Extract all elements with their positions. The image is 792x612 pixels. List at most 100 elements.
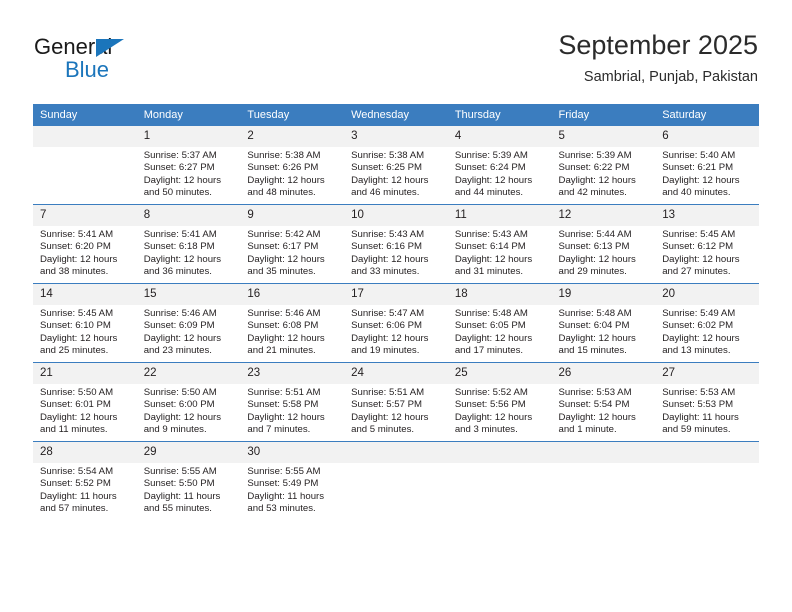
day-details: Sunrise: 5:39 AM Sunset: 6:22 PM Daylight:… — [552, 147, 656, 200]
sunset-time: Sunset: 6:10 PM — [40, 320, 111, 332]
day-number: 15 — [136, 284, 241, 305]
day-number: 19 — [551, 284, 656, 305]
day-number: 16 — [240, 284, 345, 305]
calendar-day-cell[interactable]: 17 Sunrise: 5:47 AM Sunset: 6:06 PM Dayligh… — [344, 283, 448, 363]
daylight-duration-line1: Daylight: 12 hours — [247, 174, 325, 186]
daylight-duration-line2: and 27 minutes. — [662, 266, 731, 278]
sunrise-time: Sunrise: 5:38 AM — [351, 150, 425, 161]
calendar-day-cell[interactable]: 30 Sunrise: 5:55 AM Sunset: 5:49 PM Dayligh… — [240, 441, 345, 520]
day-number: 21 — [33, 363, 137, 384]
general-blue-logo[interactable]: General Blue — [34, 34, 194, 86]
calendar-day-cell[interactable]: 7 Sunrise: 5:41 AM Sunset: 6:20 PM Daylight… — [33, 204, 137, 284]
calendar-day-cell[interactable]: 10 Sunrise: 5:43 AM Sunset: 6:16 PM Dayligh… — [344, 204, 448, 284]
daylight-duration-line1: Daylight: 12 hours — [558, 174, 636, 186]
calendar-day-cell[interactable]: 16 Sunrise: 5:46 AM Sunset: 6:08 PM Dayligh… — [240, 283, 345, 363]
calendar-day-cell[interactable]: 29 Sunrise: 5:55 AM Sunset: 5:50 PM Dayligh… — [136, 441, 241, 520]
daylight-duration-line2: and 35 minutes. — [247, 266, 316, 278]
day-number — [344, 442, 448, 463]
daylight-duration-line2: and 25 minutes. — [40, 345, 109, 357]
sunset-time: Sunset: 5:58 PM — [247, 399, 319, 411]
calendar-week-row: 1 Sunrise: 5:37 AM Sunset: 6:27 PM Daylight… — [33, 126, 759, 205]
location-subtitle: Sambrial, Punjab, Pakistan — [583, 69, 758, 85]
sunset-time: Sunset: 6:16 PM — [351, 241, 423, 253]
day-number: 1 — [136, 126, 241, 147]
day-number: 3 — [344, 126, 448, 147]
sunrise-time: Sunrise: 5:53 AM — [662, 387, 736, 398]
sunset-time: Sunset: 6:00 PM — [143, 399, 215, 411]
day-number: 5 — [551, 126, 656, 147]
day-details: Sunrise: 5:50 AM Sunset: 6:01 PM Daylight:… — [33, 384, 137, 437]
calendar-day-cell[interactable]: 9 Sunrise: 5:42 AM Sunset: 6:17 PM Daylight… — [240, 204, 345, 284]
day-number: 20 — [655, 284, 759, 305]
daylight-duration-line1: Daylight: 12 hours — [40, 332, 118, 344]
daylight-duration-line1: Daylight: 12 hours — [662, 174, 740, 186]
page-header: General Blue September 2025 Sambrial, Pu… — [0, 0, 792, 100]
day-details: Sunrise: 5:55 AM Sunset: 5:49 PM Daylight:… — [240, 463, 344, 516]
daylight-duration-line2: and 50 minutes. — [143, 187, 212, 199]
calendar-day-cell[interactable]: 1 Sunrise: 5:37 AM Sunset: 6:27 PM Daylight… — [136, 126, 241, 205]
calendar-day-cell[interactable]: 20 Sunrise: 5:49 AM Sunset: 6:02 PM Dayligh… — [655, 283, 759, 363]
daylight-duration-line2: and 9 minutes. — [143, 424, 207, 436]
daylight-duration-line1: Daylight: 12 hours — [454, 332, 533, 344]
calendar-day-cell[interactable]: 19 Sunrise: 5:48 AM Sunset: 6:04 PM Dayligh… — [551, 283, 656, 363]
calendar-day-cell[interactable]: 12 Sunrise: 5:44 AM Sunset: 6:13 PM Dayligh… — [551, 204, 656, 284]
calendar-day-cell[interactable]: 28 Sunrise: 5:54 AM Sunset: 5:52 PM Dayligh… — [33, 441, 137, 520]
calendar-day-cell[interactable]: 21 Sunrise: 5:50 AM Sunset: 6:01 PM Dayligh… — [33, 362, 137, 442]
calendar-day-cell[interactable]: 2 Sunrise: 5:38 AM Sunset: 6:26 PM Daylight… — [240, 126, 345, 205]
calendar-day-cell[interactable]: 27 Sunrise: 5:53 AM Sunset: 5:53 PM Dayligh… — [655, 362, 759, 442]
calendar-day-cell[interactable]: 13 Sunrise: 5:45 AM Sunset: 6:12 PM Dayligh… — [655, 204, 759, 284]
calendar-day-cell[interactable]: 5 Sunrise: 5:39 AM Sunset: 6:22 PM Daylight… — [551, 126, 656, 205]
day-number: 22 — [136, 363, 241, 384]
calendar-day-cell[interactable]: 23 Sunrise: 5:51 AM Sunset: 5:58 PM Dayligh… — [240, 362, 345, 442]
sunset-time: Sunset: 6:27 PM — [143, 162, 215, 174]
calendar-day-cell[interactable]: 3 Sunrise: 5:38 AM Sunset: 6:25 PM Daylight… — [344, 126, 448, 205]
sunrise-time: Sunrise: 5:45 AM — [40, 308, 114, 319]
calendar-day-cell[interactable]: 6 Sunrise: 5:40 AM Sunset: 6:21 PM Daylight… — [655, 126, 759, 205]
calendar-day-cell[interactable]: 14 Sunrise: 5:45 AM Sunset: 6:10 PM Dayligh… — [33, 283, 137, 363]
sunset-time: Sunset: 5:50 PM — [143, 478, 215, 490]
daylight-duration-line1: Daylight: 12 hours — [351, 174, 429, 186]
day-number: 18 — [447, 284, 552, 305]
calendar-day-cell-empty — [551, 441, 656, 520]
daylight-duration-line1: Daylight: 12 hours — [143, 174, 222, 186]
calendar-day-cell[interactable]: 4 Sunrise: 5:39 AM Sunset: 6:24 PM Daylight… — [447, 126, 552, 205]
sunrise-time: Sunrise: 5:42 AM — [247, 229, 321, 240]
sunrise-time: Sunrise: 5:45 AM — [662, 229, 736, 240]
calendar-day-cell[interactable]: 18 Sunrise: 5:48 AM Sunset: 6:05 PM Dayligh… — [447, 283, 552, 363]
sunset-time: Sunset: 6:12 PM — [662, 241, 734, 253]
sunrise-time: Sunrise: 5:46 AM — [247, 308, 321, 319]
daylight-duration-line1: Daylight: 12 hours — [247, 332, 325, 344]
sunrise-time: Sunrise: 5:46 AM — [143, 308, 217, 319]
day-details: Sunrise: 5:45 AM Sunset: 6:10 PM Daylight:… — [33, 305, 137, 358]
sunset-time: Sunset: 6:13 PM — [558, 241, 630, 253]
calendar-day-cell[interactable]: 22 Sunrise: 5:50 AM Sunset: 6:00 PM Dayligh… — [136, 362, 241, 442]
daylight-duration-line1: Daylight: 11 hours — [143, 490, 221, 502]
day-number — [447, 442, 552, 463]
calendar-day-cell[interactable]: 11 Sunrise: 5:43 AM Sunset: 6:14 PM Dayligh… — [447, 204, 552, 284]
daylight-duration-line1: Daylight: 12 hours — [454, 253, 533, 265]
calendar-day-cell[interactable]: 26 Sunrise: 5:53 AM Sunset: 5:54 PM Dayligh… — [551, 362, 656, 442]
calendar-day-cell-empty — [33, 126, 137, 205]
daylight-duration-line2: and 55 minutes. — [143, 503, 212, 515]
calendar-day-cell[interactable]: 15 Sunrise: 5:46 AM Sunset: 6:09 PM Dayligh… — [136, 283, 241, 363]
weekday-header-sunday: Sunday — [33, 104, 137, 126]
calendar-day-cell[interactable]: 8 Sunrise: 5:41 AM Sunset: 6:18 PM Daylight… — [136, 204, 241, 284]
calendar-day-cell-empty — [655, 441, 759, 520]
sunset-time: Sunset: 5:54 PM — [558, 399, 630, 411]
calendar-week-row: 7 Sunrise: 5:41 AM Sunset: 6:20 PM Daylight… — [33, 204, 759, 284]
sunset-time: Sunset: 5:57 PM — [351, 399, 423, 411]
sunset-time: Sunset: 5:52 PM — [40, 478, 111, 490]
day-details: Sunrise: 5:48 AM Sunset: 6:04 PM Daylight:… — [552, 305, 656, 358]
calendar-day-cell[interactable]: 24 Sunrise: 5:51 AM Sunset: 5:57 PM Dayligh… — [344, 362, 448, 442]
sunrise-time: Sunrise: 5:39 AM — [558, 150, 632, 161]
day-details: Sunrise: 5:42 AM Sunset: 6:17 PM Daylight:… — [240, 226, 344, 279]
day-details: Sunrise: 5:43 AM Sunset: 6:14 PM Daylight:… — [448, 226, 552, 279]
daylight-duration-line1: Daylight: 12 hours — [40, 253, 118, 265]
calendar-day-cell[interactable]: 25 Sunrise: 5:52 AM Sunset: 5:56 PM Dayligh… — [447, 362, 552, 442]
day-details: Sunrise: 5:38 AM Sunset: 6:25 PM Daylight:… — [344, 147, 448, 200]
sunset-time: Sunset: 6:05 PM — [454, 320, 526, 332]
daylight-duration-line2: and 23 minutes. — [143, 345, 212, 357]
day-details: Sunrise: 5:41 AM Sunset: 6:20 PM Daylight:… — [33, 226, 137, 279]
sunset-time: Sunset: 6:21 PM — [662, 162, 734, 174]
day-details: Sunrise: 5:43 AM Sunset: 6:16 PM Daylight:… — [344, 226, 448, 279]
